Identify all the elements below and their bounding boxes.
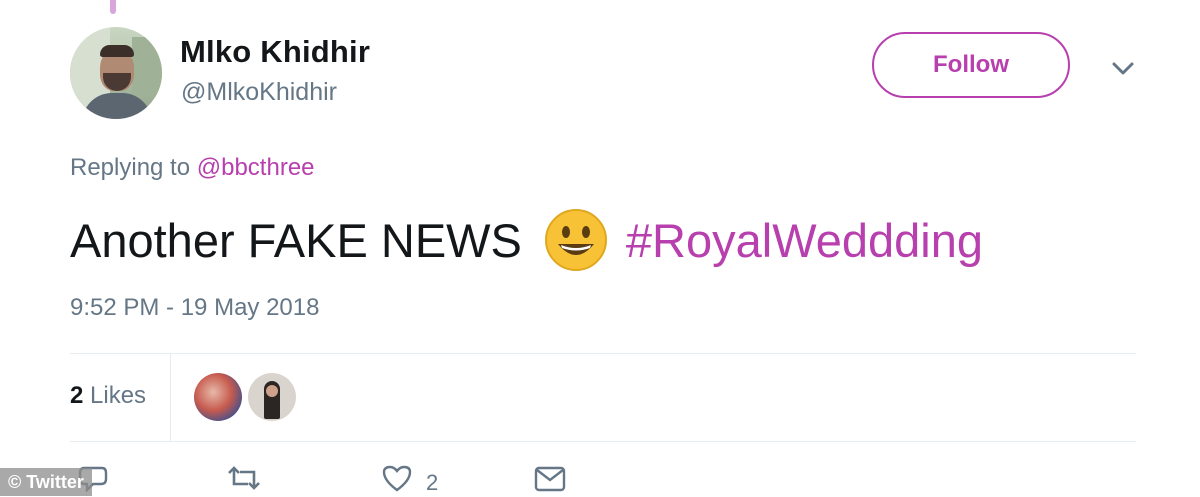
divider: [70, 353, 1136, 354]
tweet-timestamp[interactable]: 9:52 PM - 19 May 2018: [70, 294, 319, 322]
liker-avatar[interactable]: [194, 373, 242, 421]
grinning-face-emoji-icon: [544, 208, 608, 272]
follow-button[interactable]: Follow: [872, 32, 1070, 98]
tweet-text: Another FAKE NEWS #RoyalWeddding: [70, 208, 983, 272]
thread-line: [110, 0, 116, 14]
like-count: 2: [426, 470, 439, 495]
envelope-icon: [534, 464, 566, 497]
tweet-actions: 2: [0, 464, 1200, 496]
reply-prefix: Replying to: [70, 154, 191, 181]
likes-count: 2: [70, 382, 84, 409]
likes-label: Likes: [90, 382, 147, 409]
liker-avatar[interactable]: [248, 373, 296, 421]
direct-message-action[interactable]: [534, 464, 566, 496]
retweet-icon: [226, 464, 262, 497]
hashtag-link[interactable]: #RoyalWeddding: [626, 213, 983, 268]
reply-mention-link[interactable]: @bbcthree: [197, 154, 315, 181]
author-name[interactable]: Mlko Khidhir: [180, 34, 370, 70]
chevron-down-icon[interactable]: [1110, 58, 1136, 80]
divider: [170, 354, 171, 442]
source-watermark: © Twitter: [0, 468, 92, 496]
heart-icon: [382, 464, 412, 497]
author-handle[interactable]: @MlkoKhidhir: [181, 78, 337, 107]
tweet-body: Another FAKE NEWS: [70, 213, 522, 267]
avatar[interactable]: [70, 27, 162, 119]
retweet-action[interactable]: [226, 464, 262, 496]
reply-context: Replying to @bbcthree: [70, 154, 315, 182]
divider: [70, 441, 1136, 442]
like-action[interactable]: 2: [382, 464, 438, 496]
likes-stat[interactable]: 2 Likes: [70, 382, 146, 410]
